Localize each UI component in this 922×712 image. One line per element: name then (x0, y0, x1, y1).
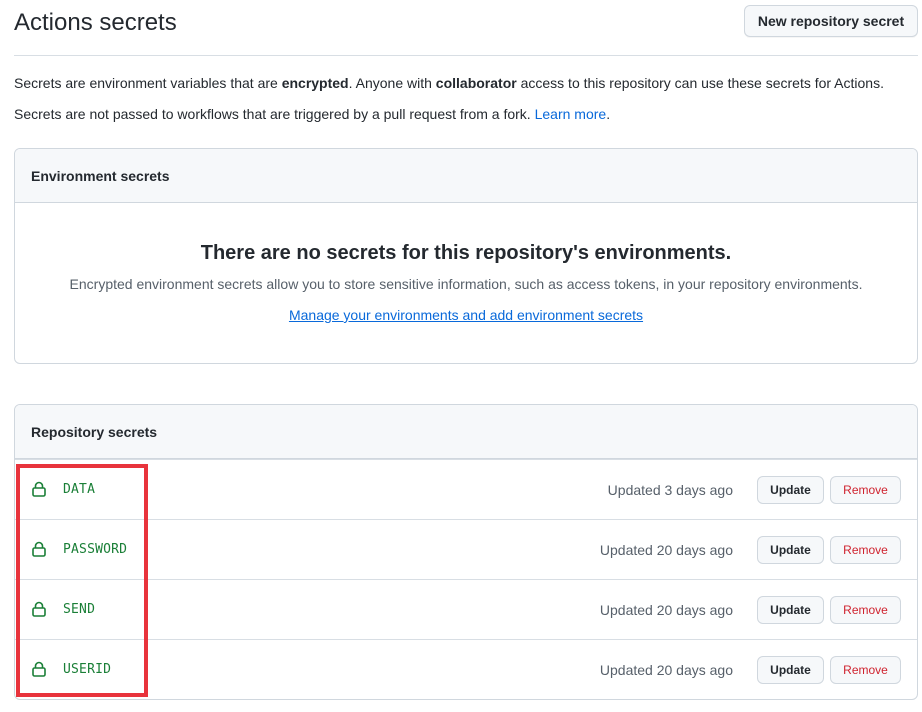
secret-row: PASSWORD Updated 20 days ago Update Remo… (15, 519, 917, 579)
page-header: Actions secrets New repository secret (14, 0, 918, 56)
remove-secret-button[interactable]: Remove (830, 476, 901, 504)
blankslate-title: There are no secrets for this repository… (200, 242, 732, 264)
desc-emphasis-collaborator: collaborator (435, 75, 517, 91)
environment-secrets-box: Environment secrets There are no secrets… (14, 148, 918, 364)
blankslate-description: Encrypted environment secrets allow you … (69, 276, 863, 292)
secret-name: DATA (63, 482, 96, 497)
page-title: Actions secrets (14, 9, 177, 36)
fork-note-end: . (606, 106, 611, 122)
environment-secrets-heading: Environment secrets (15, 149, 917, 203)
desc-emphasis-encrypted: encrypted (281, 75, 349, 91)
secret-name: SEND (63, 602, 96, 617)
secret-row: SEND Updated 20 days ago Update Remove (15, 579, 917, 639)
update-secret-button[interactable]: Update (757, 536, 824, 564)
remove-secret-button[interactable]: Remove (830, 596, 901, 624)
secret-updated: Updated 3 days ago (607, 482, 733, 498)
lock-icon (32, 541, 46, 557)
repository-secrets-box: Repository secrets DATA Updated 3 days a… (14, 404, 918, 700)
repository-secrets-heading: Repository secrets (15, 405, 917, 459)
environment-blankslate: There are no secrets for this repository… (15, 241, 917, 325)
page: Actions secrets New repository secret Se… (0, 0, 922, 712)
update-secret-button[interactable]: Update (757, 656, 824, 684)
new-repository-secret-button[interactable]: New repository secret (744, 5, 918, 37)
secret-updated: Updated 20 days ago (599, 662, 733, 678)
learn-more-link[interactable]: Learn more (535, 106, 607, 122)
lock-icon (32, 661, 46, 677)
manage-environments-link[interactable]: Manage your environments and add environ… (289, 305, 643, 325)
secret-name: USERID (63, 662, 112, 677)
secret-row: DATA Updated 3 days ago Update Remove (15, 459, 917, 519)
update-secret-button[interactable]: Update (757, 476, 824, 504)
desc-text: . Anyone with (348, 75, 436, 91)
secrets-description: Secrets are environment variables that a… (14, 73, 884, 93)
update-secret-button[interactable]: Update (757, 596, 824, 624)
desc-text: access to this repository can use these … (516, 75, 884, 91)
fork-note: Secrets are not passed to workflows that… (14, 104, 610, 124)
secret-row: USERID Updated 20 days ago Update Remove (15, 639, 917, 699)
remove-secret-button[interactable]: Remove (830, 656, 901, 684)
secret-updated: Updated 20 days ago (599, 602, 733, 618)
lock-icon (32, 601, 46, 617)
remove-secret-button[interactable]: Remove (830, 536, 901, 564)
lock-icon (32, 481, 46, 497)
desc-text: Secrets are environment variables that a… (14, 75, 282, 91)
secret-name: PASSWORD (63, 542, 128, 557)
fork-note-text: Secrets are not passed to workflows that… (14, 106, 535, 122)
secret-updated: Updated 20 days ago (599, 542, 733, 558)
